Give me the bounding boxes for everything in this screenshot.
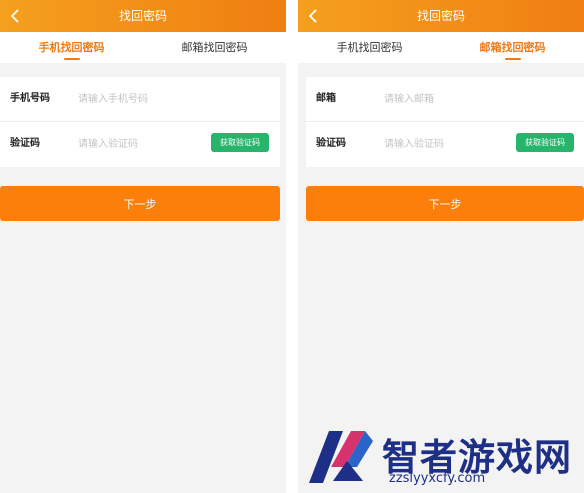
- page-title: 找回密码: [118, 9, 167, 23]
- tab-bar: 手机找回密码 邮箱找回密码: [0, 32, 286, 63]
- code-label: 验证码: [10, 138, 40, 149]
- active-tab-indicator: [504, 58, 521, 60]
- get-code-button[interactable]: 获取验证码: [516, 133, 574, 152]
- app-header: 找回密码: [298, 0, 584, 32]
- watermark-url: zzslyyxcfy.com: [389, 471, 486, 486]
- email-row: 邮箱: [306, 77, 584, 122]
- app-header: 找回密码: [0, 0, 286, 32]
- watermark-logo-icon: [309, 431, 373, 483]
- form-card: 邮箱 验证码 获取验证码: [306, 77, 584, 167]
- active-tab-indicator: [63, 58, 80, 60]
- tab-label: 邮箱找回密码: [181, 41, 248, 54]
- next-step-button[interactable]: 下一步: [0, 186, 280, 221]
- tab-label: 手机找回密码: [336, 41, 403, 54]
- tab-bar: 手机找回密码 邮箱找回密码: [298, 32, 584, 63]
- email-input[interactable]: [384, 89, 504, 109]
- tab-email-recovery[interactable]: 邮箱找回密码: [441, 32, 584, 63]
- code-label: 验证码: [316, 138, 346, 149]
- phone-input[interactable]: [78, 89, 198, 109]
- code-input[interactable]: [78, 134, 198, 154]
- page-title: 找回密码: [416, 9, 465, 23]
- code-row: 验证码 获取验证码: [0, 122, 280, 166]
- email-recovery-screen: 找回密码 手机找回密码 邮箱找回密码 邮箱 验证码 获取验证码 下一步: [298, 0, 584, 493]
- get-code-button[interactable]: 获取验证码: [211, 133, 269, 152]
- tab-label: 邮箱找回密码: [479, 41, 546, 54]
- code-input[interactable]: [384, 134, 504, 154]
- tab-phone-recovery[interactable]: 手机找回密码: [0, 32, 143, 63]
- email-label: 邮箱: [316, 93, 336, 104]
- phone-recovery-screen: 找回密码 手机找回密码 邮箱找回密码 手机号码 验证码 获取验证码 下一步: [0, 0, 286, 493]
- form-card: 手机号码 验证码 获取验证码: [0, 77, 280, 167]
- tab-email-recovery[interactable]: 邮箱找回密码: [143, 32, 286, 63]
- phone-row: 手机号码: [0, 77, 280, 122]
- next-step-button[interactable]: 下一步: [306, 186, 584, 221]
- code-row: 验证码 获取验证码: [306, 122, 584, 166]
- tab-phone-recovery[interactable]: 手机找回密码: [298, 32, 441, 63]
- tab-label: 手机找回密码: [38, 41, 105, 54]
- site-watermark: 智者游戏网 zzslyyxcfy.com: [303, 423, 584, 493]
- phone-label: 手机号码: [10, 93, 50, 104]
